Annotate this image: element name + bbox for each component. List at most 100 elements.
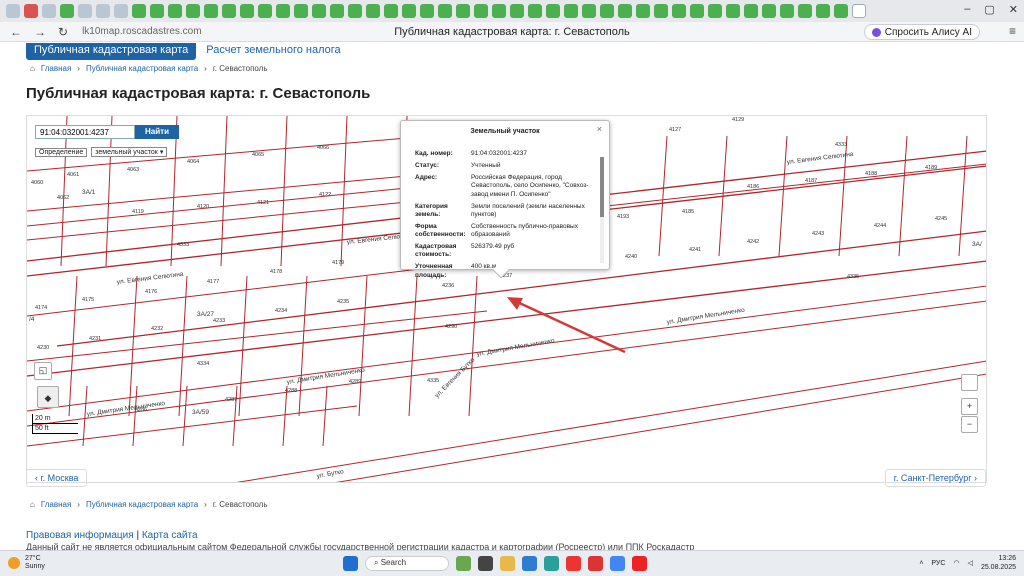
cadastral-map-button[interactable]: Публичная кадастровая карта <box>26 43 197 60</box>
parcel-number[interactable]: 4230 <box>37 345 49 351</box>
parcel-number[interactable]: 4064 <box>187 159 199 165</box>
wifi-icon[interactable]: ◠ <box>953 559 959 567</box>
folder-icon[interactable] <box>500 556 515 571</box>
parcel-number[interactable]: 4122 <box>319 192 331 198</box>
tab-favicon[interactable] <box>600 4 614 18</box>
tab-favicon[interactable] <box>654 4 668 18</box>
tab-favicon[interactable] <box>24 4 38 18</box>
weather-widget[interactable]: 27°C Sunny <box>8 555 45 571</box>
parcel-number[interactable]: 4289 <box>349 379 361 385</box>
zoom-in-button[interactable]: + <box>961 398 978 415</box>
clock[interactable]: 13:26 25.08.2025 <box>981 554 1016 572</box>
reload-icon[interactable]: ↻ <box>58 25 68 39</box>
url-text[interactable]: lk10map.roscadastres.com <box>82 26 202 37</box>
find-button[interactable]: Найти <box>135 125 179 139</box>
close-icon[interactable]: × <box>597 124 602 135</box>
parcel-number[interactable]: 4240 <box>625 254 637 260</box>
zoom-out-button[interactable]: − <box>961 416 978 433</box>
legal-info-link[interactable]: Правовая информация <box>26 530 134 541</box>
parcel-number[interactable]: 4241 <box>689 247 701 253</box>
parcel-number[interactable]: 4121 <box>257 200 269 206</box>
tab-favicon[interactable] <box>222 4 236 18</box>
yandex-browser-icon[interactable] <box>632 556 647 571</box>
tab-favicon[interactable] <box>168 4 182 18</box>
start-icon[interactable] <box>343 556 358 571</box>
parcel-number[interactable]: 4129 <box>732 117 744 123</box>
breadcrumb-map[interactable]: Публичная кадастровая карта <box>86 64 198 73</box>
app-icon[interactable] <box>522 556 537 571</box>
parcel-number[interactable]: 4187 <box>805 178 817 184</box>
breadcrumb-home[interactable]: Главная <box>41 64 71 73</box>
app-icon[interactable] <box>456 556 471 571</box>
close-window-icon[interactable]: ✕ <box>1009 3 1018 16</box>
land-tax-link[interactable]: Расчет земельного налога <box>206 44 340 56</box>
tab-favicon[interactable] <box>474 4 488 18</box>
tab-favicon[interactable] <box>582 4 596 18</box>
parcel-number[interactable]: 4186 <box>747 184 759 190</box>
breadcrumb-home[interactable]: Главная <box>41 500 71 509</box>
parcel-number[interactable]: 4119 <box>132 209 144 215</box>
parcel-number[interactable]: 4245 <box>935 216 947 222</box>
fullscreen-button[interactable]: ◱ <box>34 362 52 380</box>
active-tab[interactable] <box>852 4 866 18</box>
parcel-number[interactable]: 4179 <box>332 260 344 266</box>
tab-favicon[interactable] <box>204 4 218 18</box>
next-city-link[interactable]: г. Санкт-Петербург › <box>884 469 986 487</box>
tab-favicon[interactable] <box>798 4 812 18</box>
tab-favicon[interactable] <box>384 4 398 18</box>
tab-favicon[interactable] <box>564 4 578 18</box>
app-icon[interactable] <box>478 556 493 571</box>
tab-favicon[interactable] <box>672 4 686 18</box>
parcel-number[interactable]: 4243 <box>812 231 824 237</box>
map-tool-button[interactable] <box>961 374 978 391</box>
tab-favicon[interactable] <box>618 4 632 18</box>
tab-favicon[interactable] <box>78 4 92 18</box>
tab-favicon[interactable] <box>240 4 254 18</box>
parcel-number[interactable]: 4235 <box>337 299 349 305</box>
parcel-number[interactable]: 4242 <box>747 239 759 245</box>
parcel-number[interactable]: 4334 <box>197 361 209 367</box>
tab-favicon[interactable] <box>726 4 740 18</box>
tab-favicon[interactable] <box>528 4 542 18</box>
taskbar-search[interactable]: ⌕ Search <box>365 556 449 571</box>
tab-favicon[interactable] <box>834 4 848 18</box>
chrome-icon[interactable] <box>610 556 625 571</box>
tab-favicon[interactable] <box>438 4 452 18</box>
tab-favicon[interactable] <box>708 4 722 18</box>
tab-favicon[interactable] <box>258 4 272 18</box>
tab-favicon[interactable] <box>510 4 524 18</box>
parcel-number[interactable]: 4287 <box>225 397 237 403</box>
definition-dropdown[interactable]: земельный участок ▾ <box>91 147 168 157</box>
tab-favicon[interactable] <box>132 4 146 18</box>
language-indicator[interactable]: РУС <box>931 560 945 567</box>
tab-favicon[interactable] <box>186 4 200 18</box>
tab-favicon[interactable] <box>114 4 128 18</box>
menu-icon[interactable]: ≡ <box>1009 24 1016 38</box>
parcel-number[interactable]: 4178 <box>270 269 282 275</box>
tab-favicon[interactable] <box>690 4 704 18</box>
cadastral-map[interactable]: 4061 4063 4064 4065 4066 4060 4062 4119 4120 4121… <box>26 115 987 483</box>
parcel-number[interactable]: 4233 <box>213 318 225 324</box>
app-icon[interactable] <box>566 556 581 571</box>
tab-favicon[interactable] <box>492 4 506 18</box>
parcel-number[interactable]: 4062 <box>57 195 69 201</box>
back-icon[interactable]: ← <box>10 25 22 39</box>
tab-favicon[interactable] <box>420 4 434 18</box>
breadcrumb-map[interactable]: Публичная кадастровая карта <box>86 500 198 509</box>
parcel-number[interactable]: 4176 <box>145 289 157 295</box>
tab-favicon[interactable] <box>636 4 650 18</box>
parcel-number[interactable]: 4236 <box>442 283 454 289</box>
parcel-number[interactable]: 4177 <box>207 279 219 285</box>
tab-favicon[interactable] <box>402 4 416 18</box>
tab-favicon[interactable] <box>330 4 344 18</box>
sitemap-link[interactable]: Карта сайта <box>142 530 198 541</box>
parcel-number[interactable]: 4244 <box>874 223 886 229</box>
forward-icon[interactable]: → <box>34 25 46 39</box>
cadastral-number-input[interactable] <box>35 125 135 139</box>
app-icon[interactable] <box>544 556 559 571</box>
tab-favicon[interactable] <box>366 4 380 18</box>
tab-favicon[interactable] <box>780 4 794 18</box>
parcel-number[interactable]: 4290 <box>445 324 457 330</box>
parcel-number[interactable]: 4333 <box>835 142 847 148</box>
tab-favicon[interactable] <box>744 4 758 18</box>
